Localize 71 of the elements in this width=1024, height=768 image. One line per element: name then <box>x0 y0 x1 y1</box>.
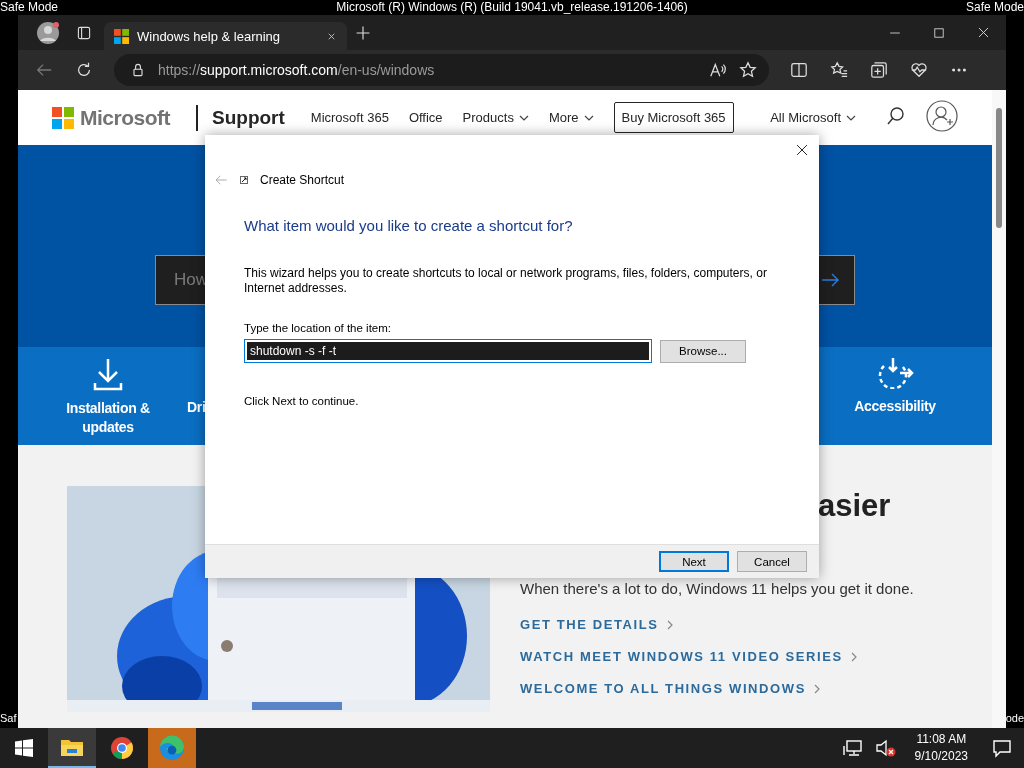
account-icon[interactable] <box>926 100 958 132</box>
safe-mode-label: ode <box>1005 712 1024 724</box>
maximize-icon[interactable] <box>933 26 945 39</box>
dialog-hint: Click Next to continue. <box>244 395 360 407</box>
download-icon <box>92 357 124 391</box>
safe-mode-label: Safe Mode <box>0 0 59 15</box>
dialog-description: This wizard helps you to create shortcuts to local or network programs, files, folders, computers, or Internet addresses. <box>244 266 768 296</box>
category-link[interactable]: Accessibility <box>854 397 936 416</box>
search-icon[interactable] <box>886 106 906 126</box>
favorite-star-icon[interactable] <box>739 61 757 79</box>
chevron-icon <box>813 683 820 694</box>
nav-link[interactable]: Microsoft 365 <box>300 104 399 131</box>
feature-link[interactable]: WELCOME TO ALL THINGS WINDOWS <box>520 681 806 696</box>
safe-mode-label: Safe Mode <box>965 0 1024 15</box>
muted-speaker-icon[interactable] <box>874 738 897 758</box>
safe-mode-label: Saf <box>0 712 17 724</box>
favorites-icon[interactable] <box>830 61 848 79</box>
profile-avatar-icon[interactable] <box>36 20 60 45</box>
notification-icon[interactable] <box>992 738 1012 758</box>
section-title[interactable]: Support <box>212 106 285 129</box>
caret-icon <box>518 114 529 121</box>
category-link[interactable]: Installation & updates <box>53 399 163 437</box>
network-icon[interactable] <box>842 738 863 758</box>
clock-time[interactable]: 11:08 AM <box>916 731 967 748</box>
dialog-button[interactable]: Cancel <box>737 551 807 572</box>
feature-text: When there's a lot to do, Windows 11 helps you get it done. <box>520 580 914 597</box>
edge-icon <box>159 735 185 761</box>
category-link[interactable]: Dri <box>187 398 206 417</box>
chevron-icon <box>666 619 673 630</box>
nav-link[interactable]: Office <box>398 104 453 131</box>
chrome-icon <box>110 736 134 760</box>
address-bar[interactable]: https://support.microsoft.com/en-us/windows <box>114 54 769 86</box>
caret-icon <box>846 114 856 121</box>
caret-icon <box>583 114 594 121</box>
url-text: https://support.microsoft.com/en-us/windows <box>158 62 436 78</box>
nav-link[interactable]: Products <box>452 104 539 131</box>
browser-tab[interactable]: Windows help & learning <box>104 22 347 50</box>
tab-actions-icon[interactable] <box>76 24 92 41</box>
build-title: Microsoft (R) Windows (R) (Build 19041.vb_release.191206-1406) <box>336 0 688 15</box>
feature-link[interactable]: WATCH MEET WINDOWS 11 VIDEO SERIES <box>520 649 843 664</box>
dialog-button[interactable]: Next <box>659 551 729 572</box>
back-icon[interactable] <box>35 61 53 79</box>
taskbar-app-button[interactable] <box>48 728 96 768</box>
buy-button[interactable]: Buy Microsoft 365 <box>613 102 734 133</box>
scrollbar[interactable] <box>992 90 1006 728</box>
dialog-title: Create Shortcut <box>260 173 345 187</box>
close-icon[interactable] <box>795 143 809 157</box>
microsoft-logo-icon <box>114 28 129 44</box>
brand-name[interactable]: Microsoft <box>80 105 170 130</box>
microsoft-logo-icon <box>52 106 74 129</box>
folder-icon <box>60 737 84 757</box>
feature-link[interactable]: GET THE DETAILS <box>520 617 659 632</box>
all-microsoft-menu[interactable]: All Microsoft <box>760 104 866 131</box>
start-windows-icon[interactable] <box>15 739 33 757</box>
field-label: Type the location of the item: <box>244 322 393 334</box>
collections-icon[interactable] <box>870 61 888 79</box>
shortcut-icon <box>240 176 248 184</box>
dialog-heading: What item would you like to create a shortcut for? <box>244 217 574 234</box>
split-screen-icon[interactable] <box>790 61 808 79</box>
clock-date[interactable]: 9/10/2023 <box>914 748 968 765</box>
new-tab-icon[interactable] <box>355 24 371 41</box>
nav-link[interactable]: More <box>538 104 604 131</box>
feature-heading: asier <box>818 488 892 524</box>
refresh-icon[interactable] <box>75 61 93 79</box>
lock-icon[interactable] <box>130 62 146 78</box>
browse-button[interactable]: Browse... <box>660 339 746 363</box>
chevron-icon <box>850 651 857 662</box>
heart-pulse-icon[interactable] <box>910 61 928 79</box>
location-input-field[interactable]: shutdown -s -f -t <box>244 339 652 363</box>
accessibility-icon <box>876 357 914 389</box>
read-aloud-icon[interactable] <box>709 61 727 79</box>
